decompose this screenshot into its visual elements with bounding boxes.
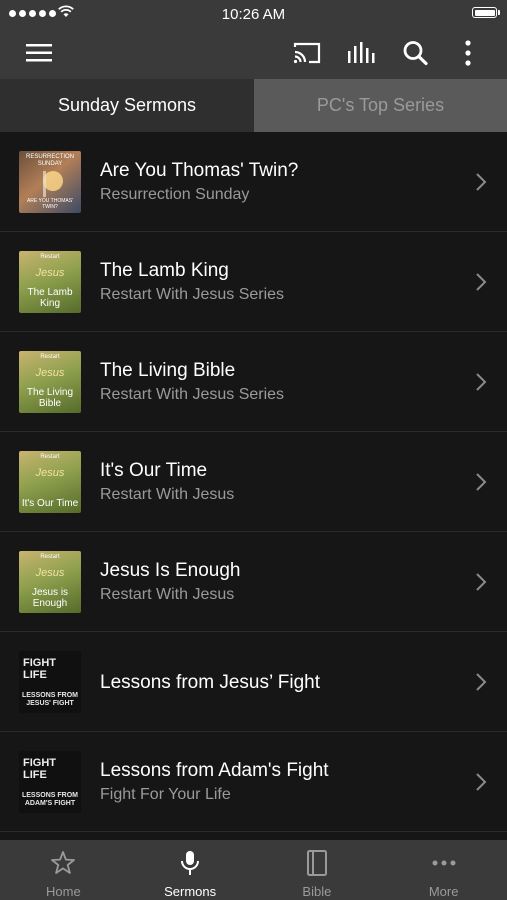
sermon-series: Restart With Jesus [100, 486, 235, 503]
sermon-thumbnail: FIGHT LIFE LESSONS FROM JESUS' FIGHT [19, 651, 81, 713]
sermon-thumbnail: Restart Jesus The Living Bible [19, 351, 81, 413]
sermon-title: Lessons from Adam's Fight [100, 760, 329, 781]
chevron-right-icon [476, 173, 487, 191]
tab-sermons[interactable]: Sermons [127, 840, 254, 900]
list-item[interactable]: Restart Jesus The Lamb King The Lamb Kin… [0, 232, 507, 332]
equalizer-icon[interactable] [346, 38, 376, 68]
list-item[interactable]: Restart Jesus Jesus is Enough Jesus Is E… [0, 532, 507, 632]
sermon-thumbnail: RESURRECTION SUNDAY ARE YOU THOMAS' TWIN… [19, 151, 81, 213]
sermon-title: Are You Thomas' Twin? [100, 160, 299, 181]
list-item[interactable]: Restart Jesus It's Our Time It's Our Tim… [0, 432, 507, 532]
sermon-list: RESURRECTION SUNDAY ARE YOU THOMAS' TWIN… [0, 132, 507, 840]
more-dots-icon [432, 860, 456, 866]
sermon-thumbnail: FIGHT LIFE LESSONS FROM ADAM'S FIGHT [19, 751, 81, 813]
tab-more[interactable]: More [380, 840, 507, 900]
list-item[interactable]: Restart Jesus The Living Bible The Livin… [0, 332, 507, 432]
tab-label: Sermons [164, 884, 217, 899]
tab-pcs-top-series[interactable]: PC's Top Series [254, 79, 507, 132]
sermon-series: Resurrection Sunday [100, 186, 250, 203]
sermon-title: The Lamb King [100, 260, 229, 281]
bottom-tab-bar: Home Sermons Bible More [0, 840, 507, 900]
chevron-right-icon [476, 573, 487, 591]
tab-sunday-sermons[interactable]: Sunday Sermons [0, 79, 254, 132]
menu-icon[interactable] [24, 38, 54, 68]
sermon-title: Lessons from Jesus’ Fight [100, 672, 320, 693]
chevron-right-icon [476, 773, 487, 791]
list-item[interactable]: FIGHT LIFE LESSONS FROM JESUS' FIGHT Les… [0, 632, 507, 732]
tab-label: More [428, 884, 459, 899]
chevron-right-icon [476, 473, 487, 491]
sermon-thumbnail: Restart Jesus The Lamb King [19, 251, 81, 313]
tab-label: Sunday Sermons [57, 95, 197, 115]
chevron-right-icon [476, 673, 487, 691]
list-item[interactable]: RESURRECTION SUNDAY ARE YOU THOMAS' TWIN… [0, 132, 507, 232]
segment-tabs: Sunday Sermons PC's Top Series [0, 79, 507, 132]
tab-bible[interactable]: Bible [254, 840, 381, 900]
overflow-menu-icon[interactable] [453, 38, 483, 68]
list-item[interactable]: FIGHT LIFE LESSONS FROM ADAM'S FIGHT Les… [0, 732, 507, 832]
tab-label: PC's Top Series [316, 95, 445, 115]
sermon-thumbnail: Restart Jesus It's Our Time [19, 451, 81, 513]
sermon-series: Restart With Jesus Series [100, 386, 285, 403]
search-icon[interactable] [400, 38, 430, 68]
battery-icon [472, 7, 500, 18]
status-time: 10:26 AM [221, 6, 286, 23]
sermon-title: Jesus Is Enough [100, 560, 241, 581]
sermon-series: Restart With Jesus [100, 586, 235, 603]
app-bar [0, 27, 507, 79]
status-bar: 10:26 AM [0, 0, 507, 27]
sermon-title: It's Our Time [100, 460, 208, 481]
sermon-title: The Living Bible [100, 360, 236, 381]
tab-label: Bible [302, 884, 332, 899]
sermon-series: Restart With Jesus Series [100, 286, 285, 303]
cast-icon[interactable] [292, 38, 322, 68]
book-icon [306, 850, 327, 876]
sermon-thumbnail: Restart Jesus Jesus is Enough [19, 551, 81, 613]
tab-label: Home [46, 884, 81, 899]
tab-home[interactable]: Home [0, 840, 127, 900]
sermon-series: Fight For Your Life [100, 786, 231, 803]
chevron-right-icon [476, 373, 487, 391]
chevron-right-icon [476, 273, 487, 291]
star-icon [51, 851, 76, 874]
microphone-icon [181, 851, 200, 875]
